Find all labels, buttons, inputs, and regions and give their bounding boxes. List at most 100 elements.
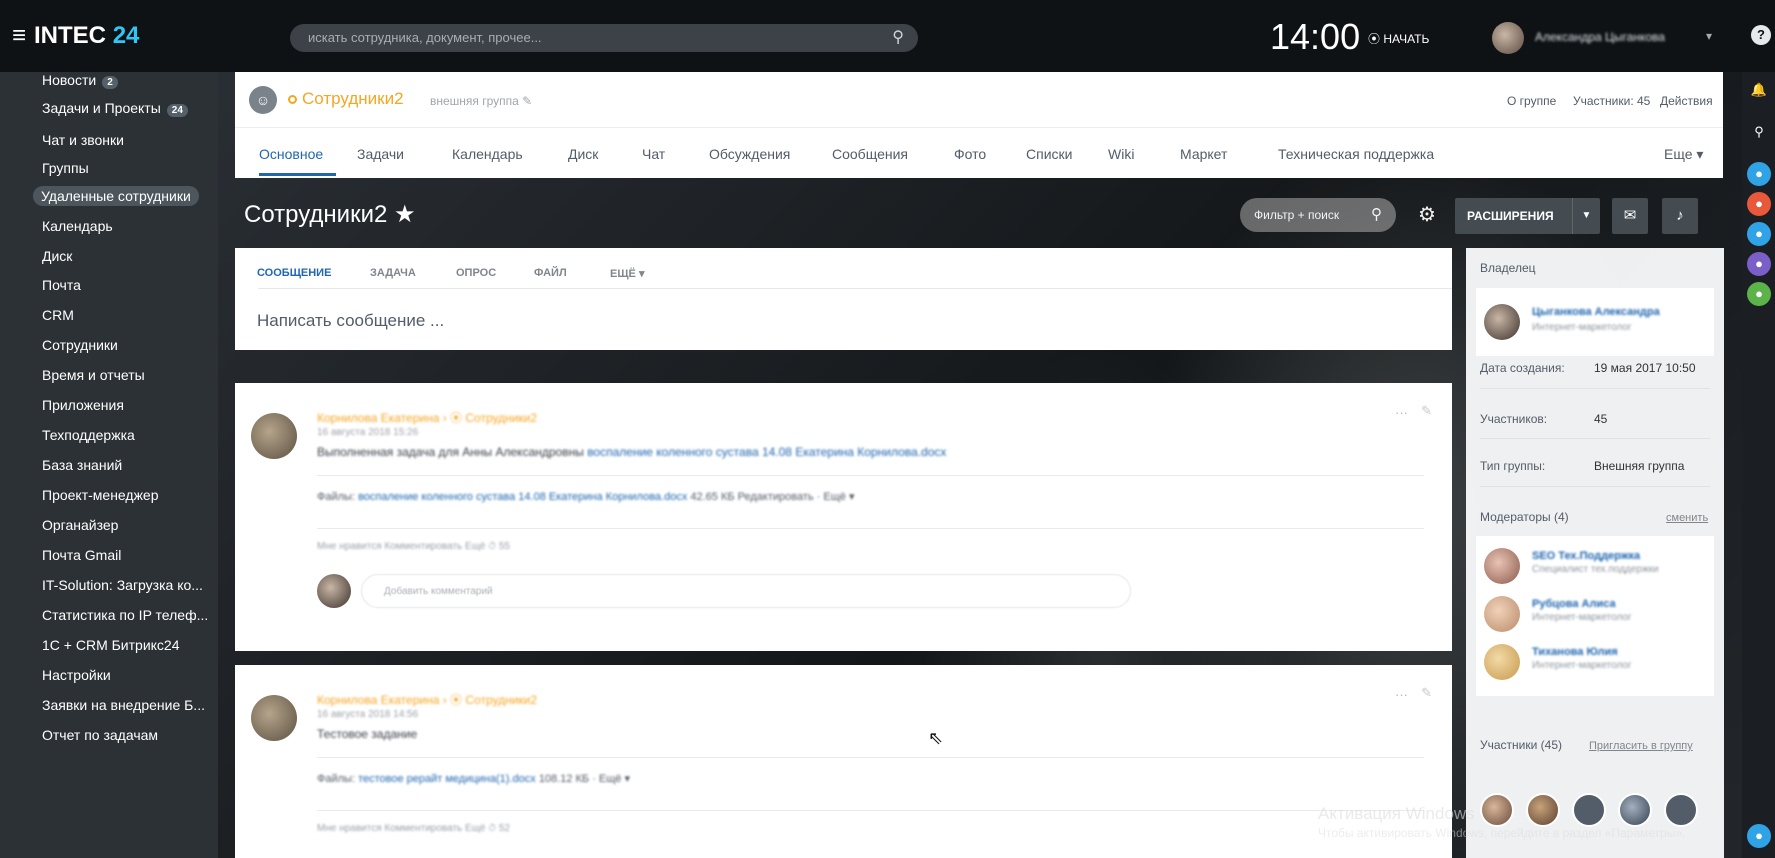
extensions-button[interactable]: РАСШИРЕНИЯ ▼ bbox=[1455, 198, 1600, 234]
post-actions[interactable]: Мне нравится Комментировать Ещё ⏱ 52 bbox=[317, 823, 510, 834]
author-avatar[interactable] bbox=[251, 695, 297, 741]
sidebar-item-settings[interactable]: Настройки bbox=[42, 667, 111, 683]
owner-name[interactable]: Цыганкова Александра bbox=[1532, 306, 1660, 318]
sidebar-item-calendar[interactable]: Календарь bbox=[42, 218, 113, 234]
actions-link[interactable]: Действия bbox=[1660, 94, 1713, 108]
tab-calendar[interactable]: Календарь bbox=[452, 146, 523, 162]
composer-tab-more[interactable]: ЕЩЁ ▾ bbox=[610, 267, 644, 280]
participant-avatar[interactable] bbox=[1618, 793, 1652, 827]
post-author[interactable]: Корнилова Екатерина › ⦿ Сотрудники2 bbox=[317, 691, 537, 708]
search-icon[interactable]: ⚲ bbox=[1747, 120, 1771, 144]
owner-avatar[interactable] bbox=[1484, 304, 1520, 340]
sidebar-item-groups[interactable]: Группы bbox=[42, 160, 89, 176]
sidebar-item-requests[interactable]: Заявки на внедрение Б... bbox=[42, 697, 205, 713]
hamburger-menu-icon[interactable]: ≡ bbox=[12, 22, 26, 49]
moderator-avatar[interactable] bbox=[1484, 596, 1520, 632]
composer-tab-task[interactable]: ЗАДАЧА bbox=[370, 267, 416, 279]
post-text-link[interactable]: воспаление коленного сустава 14.08 Екате… bbox=[587, 445, 946, 459]
comments-icon[interactable]: ✉ bbox=[1612, 198, 1648, 234]
contact-avatar-icon[interactable]: ● bbox=[1747, 282, 1771, 306]
composer-input[interactable]: Написать сообщение ... bbox=[257, 311, 444, 331]
contact-avatar-icon[interactable]: ● bbox=[1747, 162, 1771, 186]
post-date[interactable]: 16 августа 2018 14:56 bbox=[317, 709, 418, 720]
moderator-avatar[interactable] bbox=[1484, 644, 1520, 680]
sidebar-item-knowledge-base[interactable]: База знаний bbox=[42, 457, 122, 473]
tab-lists[interactable]: Списки bbox=[1026, 146, 1072, 162]
sidebar-item-support[interactable]: Техподдержка bbox=[42, 427, 135, 443]
sidebar-item-project-manager[interactable]: Проект-менеджер bbox=[42, 487, 159, 503]
tab-more[interactable]: Еще ▾ bbox=[1664, 146, 1703, 163]
post-actions[interactable]: Мне нравится Комментировать Ещё ⏱ 55 bbox=[317, 541, 510, 552]
search-icon[interactable]: ⚲ bbox=[1371, 205, 1382, 223]
moderator-name[interactable]: Тиханова Юлия bbox=[1532, 646, 1618, 658]
contact-avatar-icon[interactable]: ● bbox=[1747, 192, 1771, 216]
more-icon[interactable]: ··· bbox=[1395, 405, 1408, 420]
composer-tab-message[interactable]: СООБЩЕНИЕ bbox=[257, 267, 331, 279]
file-meta[interactable]: 42.65 КБ Редактировать · Ещё ▾ bbox=[690, 491, 854, 503]
sidebar-item-disk[interactable]: Диск bbox=[42, 248, 72, 264]
file-link[interactable]: тестовое рерайт медицина(1).docx bbox=[358, 773, 536, 785]
participant-avatar[interactable] bbox=[1664, 793, 1698, 827]
pin-icon[interactable]: ✎ bbox=[1421, 403, 1432, 419]
sidebar-item-remote-employees[interactable]: Удаленные сотрудники bbox=[33, 186, 199, 206]
sidebar-item-gmail[interactable]: Почта Gmail bbox=[42, 547, 121, 563]
tab-chat[interactable]: Чат bbox=[642, 146, 665, 162]
author-avatar[interactable] bbox=[251, 413, 297, 459]
start-workday-button[interactable]: ⦿ НАЧАТЬ bbox=[1368, 30, 1429, 47]
sidebar-item-news[interactable]: Новости 2 bbox=[42, 72, 118, 89]
logo[interactable]: ≡ INTEC 24 bbox=[12, 22, 139, 50]
group-title[interactable]: Сотрудники2 bbox=[302, 89, 404, 109]
tab-messages[interactable]: Сообщения bbox=[832, 146, 908, 162]
invite-link[interactable]: Пригласить в группу bbox=[1589, 740, 1693, 752]
tab-photos[interactable]: Фото bbox=[954, 146, 986, 162]
sidebar-item-1c-crm[interactable]: 1С + CRM Битрикс24 bbox=[42, 637, 180, 653]
chevron-down-icon[interactable]: ▼ bbox=[1572, 198, 1600, 234]
sidebar-item-crm[interactable]: CRM bbox=[42, 307, 74, 323]
sidebar-item-ip-stats[interactable]: Статистика по IP телеф... bbox=[42, 607, 208, 623]
sidebar-item-time-reports[interactable]: Время и отчеты bbox=[42, 367, 145, 383]
moderator-avatar[interactable] bbox=[1484, 548, 1520, 584]
chevron-down-icon[interactable]: ▾ bbox=[1706, 29, 1712, 43]
owner-card[interactable]: Цыганкова Александра Интернет-маркетолог bbox=[1476, 288, 1714, 356]
post-date[interactable]: 16 августа 2018 15:26 bbox=[317, 427, 418, 438]
file-link[interactable]: воспаление коленного сустава 14.08 Екате… bbox=[358, 491, 687, 503]
sidebar-item-task-report[interactable]: Отчет по задачам bbox=[42, 727, 158, 743]
sidebar-item-tasks[interactable]: Задачи и Проекты 24 bbox=[42, 100, 188, 117]
about-group-link[interactable]: О группе bbox=[1507, 94, 1556, 108]
group-type[interactable]: внешняя группа ✎ bbox=[430, 94, 532, 108]
sidebar-item-employees[interactable]: Сотрудники bbox=[42, 337, 118, 353]
participant-avatar[interactable] bbox=[1480, 793, 1514, 827]
search-icon[interactable]: ⚲ bbox=[892, 27, 904, 47]
notifications-icon[interactable]: 🔔 bbox=[1747, 78, 1771, 102]
moderator-name[interactable]: Рубцова Алиса bbox=[1532, 598, 1616, 610]
participant-avatar[interactable] bbox=[1572, 793, 1606, 827]
sidebar-item-it-solution[interactable]: IT-Solution: Загрузка ко... bbox=[42, 577, 203, 593]
tab-main[interactable]: Основное bbox=[259, 146, 323, 162]
change-moderators-link[interactable]: сменить bbox=[1666, 512, 1708, 524]
tab-tech-support[interactable]: Техническая поддержка bbox=[1278, 146, 1434, 162]
tab-tasks[interactable]: Задачи bbox=[357, 146, 404, 162]
tab-wiki[interactable]: Wiki bbox=[1108, 146, 1134, 162]
post-author[interactable]: Корнилова Екатерина › ⦿ Сотрудники2 bbox=[317, 409, 537, 426]
sidebar-item-organizer[interactable]: Органайзер bbox=[42, 517, 118, 533]
sidebar-item-mail[interactable]: Почта bbox=[42, 277, 81, 293]
contact-avatar-icon[interactable]: ● bbox=[1747, 252, 1771, 276]
moderator-name[interactable]: SEO Тех.Поддержка bbox=[1532, 550, 1640, 562]
composer-tab-file[interactable]: ФАЙЛ bbox=[534, 267, 567, 279]
participant-avatar[interactable] bbox=[1526, 793, 1560, 827]
bell-icon[interactable]: ♪ bbox=[1662, 198, 1698, 234]
tab-disk[interactable]: Диск bbox=[568, 146, 598, 162]
composer-tab-poll[interactable]: ОПРОС bbox=[456, 267, 496, 279]
gear-icon[interactable]: ⚙ bbox=[1418, 202, 1436, 227]
chat-icon[interactable]: ● bbox=[1747, 824, 1771, 848]
sidebar-item-chat[interactable]: Чат и звонки bbox=[42, 132, 124, 148]
contact-avatar-icon[interactable]: ● bbox=[1747, 222, 1771, 246]
tab-discussions[interactable]: Обсуждения bbox=[709, 146, 790, 162]
search-input[interactable]: искать сотрудника, документ, прочее... ⚲ bbox=[290, 24, 918, 52]
file-meta[interactable]: 108.12 КБ · Ещё ▾ bbox=[539, 773, 630, 785]
comment-input[interactable]: Добавить комментарий bbox=[361, 574, 1131, 608]
tab-market[interactable]: Маркет bbox=[1180, 146, 1227, 162]
pin-icon[interactable]: ✎ bbox=[1421, 685, 1432, 701]
user-avatar[interactable] bbox=[1492, 22, 1524, 54]
user-name[interactable]: Александра Цыганкова bbox=[1535, 30, 1665, 44]
